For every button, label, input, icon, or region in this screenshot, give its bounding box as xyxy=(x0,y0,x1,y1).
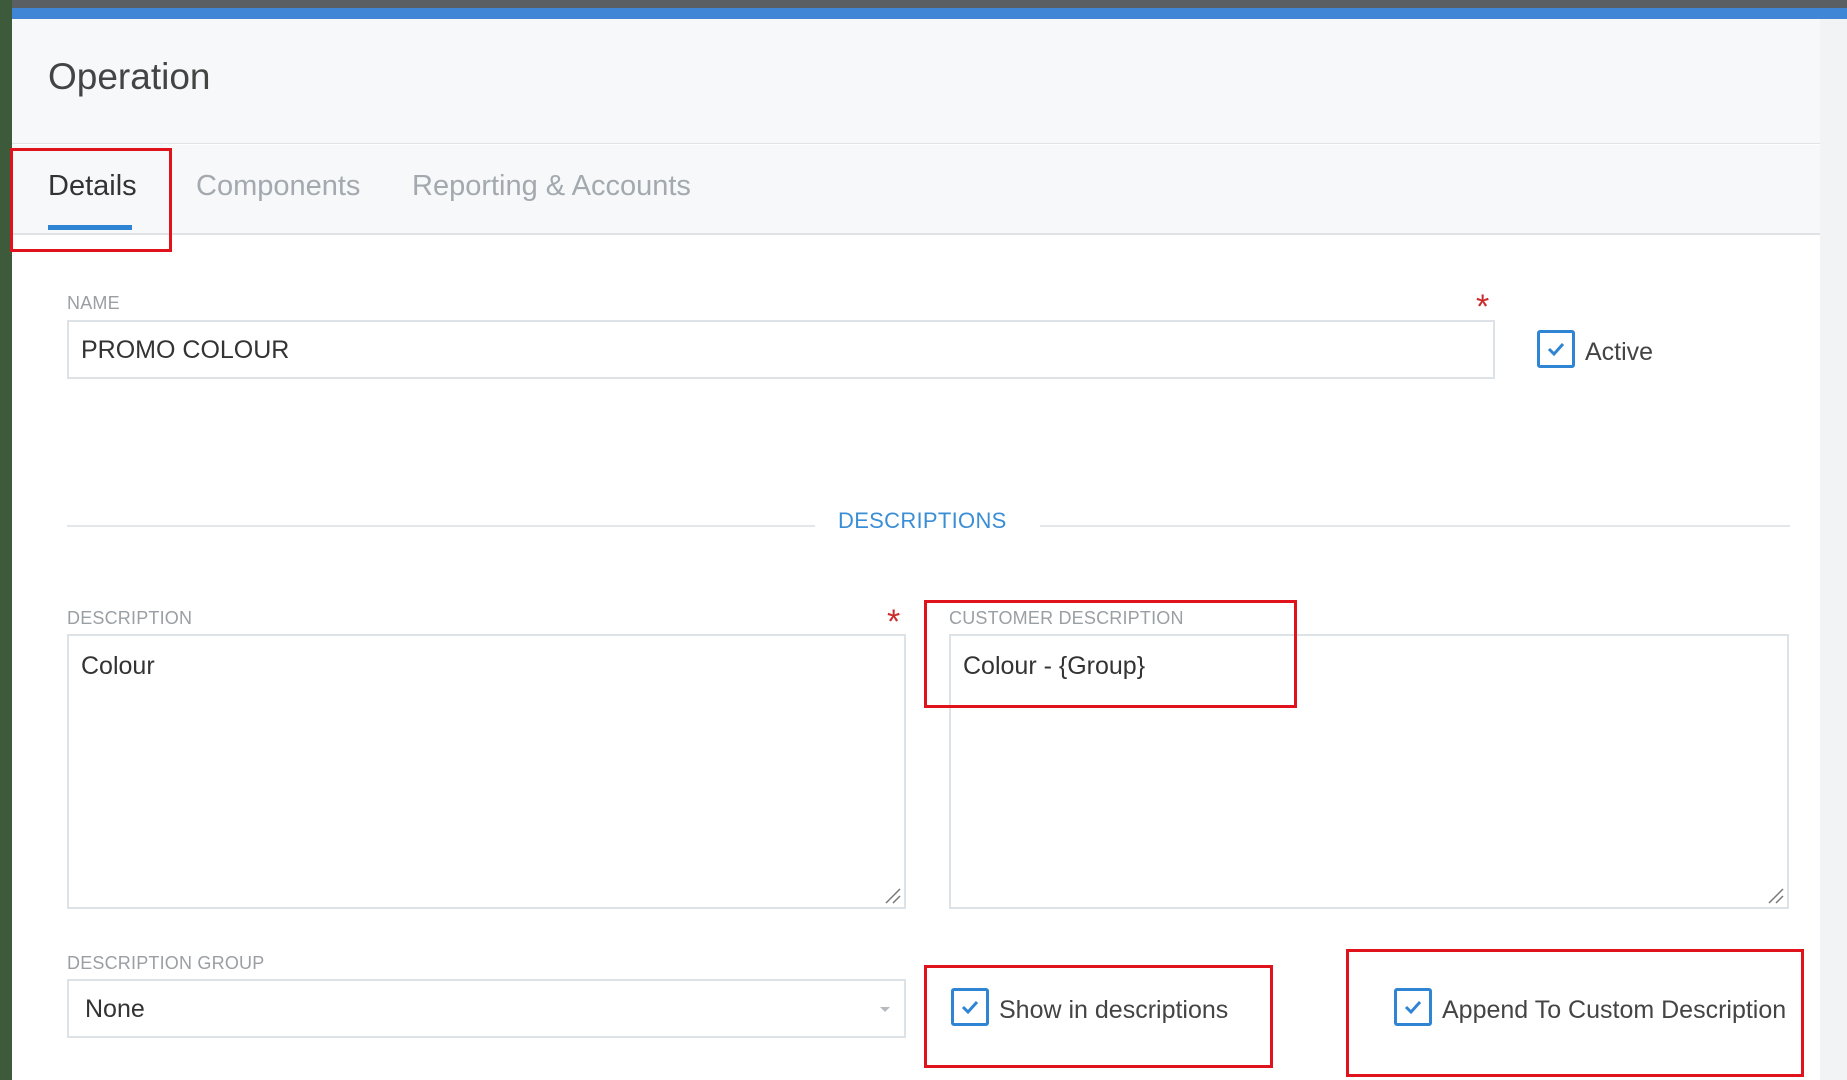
section-divider-right xyxy=(1040,525,1790,527)
highlight-box-append-custom-description xyxy=(1346,949,1804,1077)
dialog-header xyxy=(12,19,1820,144)
description-textarea-value: Colour xyxy=(81,652,155,680)
highlight-box-customer-description xyxy=(924,600,1297,708)
active-checkbox[interactable] xyxy=(1537,330,1575,368)
descriptions-section-heading: DESCRIPTIONS xyxy=(838,508,1007,533)
active-checkbox-label: Active xyxy=(1585,338,1654,366)
highlight-box-details-tab xyxy=(10,148,172,252)
description-group-select[interactable]: None xyxy=(67,979,906,1038)
tab-components[interactable]: Components xyxy=(196,170,360,203)
description-group-selected: None xyxy=(85,995,145,1023)
section-divider-left xyxy=(67,525,815,527)
name-input-value: PROMO COLOUR xyxy=(81,336,290,364)
description-label: DESCRIPTION xyxy=(67,608,193,628)
window-top-edge xyxy=(0,0,1847,8)
name-required-marker: * xyxy=(1476,288,1490,326)
dialog-accent-bar xyxy=(12,8,1847,19)
checkbox-checked-icon xyxy=(1547,342,1565,357)
dialog-title: Operation xyxy=(48,56,211,97)
resize-grip-icon[interactable] xyxy=(883,886,901,904)
resize-grip-icon[interactable] xyxy=(1766,886,1784,904)
dialog-right-edge xyxy=(1820,19,1847,1080)
highlight-box-show-in-descriptions xyxy=(924,965,1273,1068)
name-input[interactable]: PROMO COLOUR xyxy=(67,320,1495,379)
tab-reporting-accounts[interactable]: Reporting & Accounts xyxy=(412,170,691,203)
description-textarea[interactable]: Colour xyxy=(67,634,906,909)
name-label: NAME xyxy=(67,293,120,313)
description-group-label: DESCRIPTION GROUP xyxy=(67,953,265,973)
chevron-down-icon xyxy=(880,1007,890,1012)
